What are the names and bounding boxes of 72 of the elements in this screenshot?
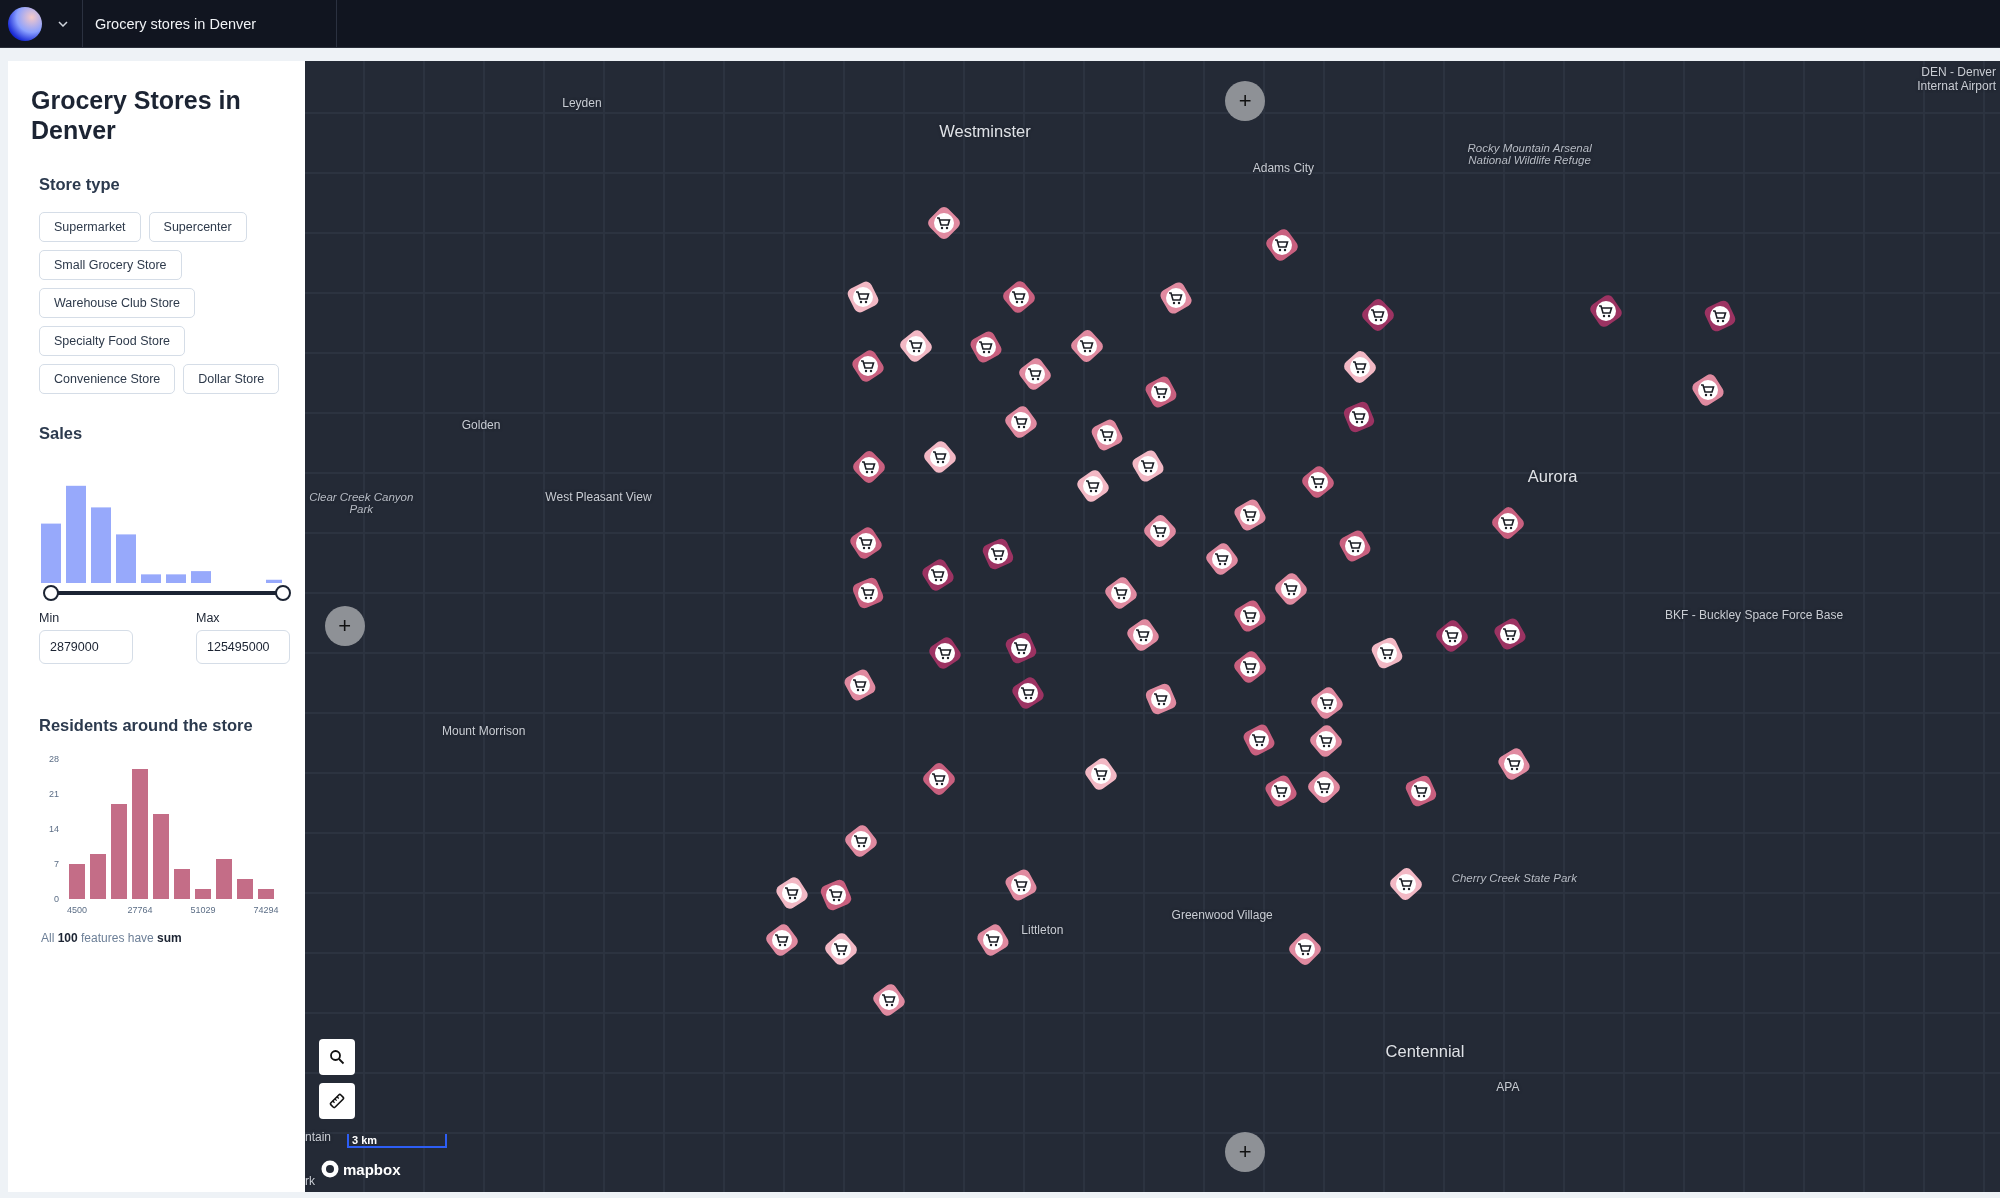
- map-place-label: Clear Creek Canyon Park: [308, 490, 415, 515]
- map-place-label: Centennial: [1385, 1041, 1465, 1061]
- globe-logo-icon[interactable]: [8, 6, 42, 41]
- axis-tick-label: 0: [54, 894, 59, 904]
- add-button[interactable]: +: [1225, 80, 1266, 121]
- map-place-label: Aurora: [1527, 466, 1578, 486]
- field-label: Min: [39, 611, 61, 625]
- search-icon: [329, 1049, 345, 1065]
- section-heading: Sales: [39, 424, 84, 443]
- map-place-label: West Pleasant View: [545, 490, 652, 505]
- axis-tick-label: 14: [49, 824, 59, 834]
- filter-chip[interactable]: Specialty Food Store: [39, 326, 186, 356]
- axis-tick-label: 74294: [253, 905, 279, 915]
- slider-thumb[interactable]: [275, 585, 291, 601]
- map-place-label: Mount Morrison: [442, 723, 526, 738]
- axis-tick-label: 7: [54, 859, 59, 869]
- summary-text: All 100 features have sum: [41, 931, 183, 945]
- min-input-field[interactable]: 2879000: [39, 630, 133, 664]
- ruler-button[interactable]: [319, 1083, 355, 1119]
- filter-chip[interactable]: Supercenter: [148, 212, 247, 242]
- histogram-bar: [191, 571, 211, 583]
- map-place-label: Adams City: [1252, 161, 1315, 176]
- axis-tick-label: 27764: [127, 905, 153, 915]
- histogram-bar: [41, 523, 61, 583]
- section-heading: Store type: [39, 175, 121, 194]
- attribution-wordmark[interactable]: mapbox: [343, 1160, 401, 1178]
- filter-chip[interactable]: Supermarket: [39, 212, 141, 242]
- chevron-down-icon[interactable]: [58, 20, 68, 27]
- map-place-label: Littleton: [1021, 922, 1064, 937]
- map-place-label: Cherry Creek State Park: [1450, 871, 1578, 884]
- ruler-icon: [329, 1093, 345, 1109]
- slider-thumb[interactable]: [43, 585, 59, 601]
- max-input-field[interactable]: 125495000: [196, 630, 290, 664]
- search-button[interactable]: [319, 1039, 355, 1075]
- axis-tick-label: 21: [49, 789, 59, 799]
- axis-tick-label: 28: [49, 754, 59, 764]
- filter-chip[interactable]: Small Grocery Store: [39, 250, 182, 280]
- map-view[interactable]: [305, 61, 2000, 1192]
- section-heading: Residents around the store: [39, 716, 254, 735]
- histogram-bar: [90, 854, 106, 899]
- map-place-label: ntain: [305, 1129, 332, 1144]
- map-place-label: rk: [305, 1174, 315, 1189]
- field-label: Max: [196, 611, 221, 625]
- map-place-label: Golden: [461, 417, 501, 432]
- add-button[interactable]: +: [1225, 1131, 1266, 1172]
- axis-tick-label: 51029: [190, 905, 216, 915]
- histogram-bar: [166, 574, 186, 583]
- histogram-bar: [141, 574, 161, 583]
- histogram-bar: [174, 869, 190, 899]
- mapbox-logo-icon: [321, 1160, 339, 1178]
- map-scale-bar: 3 km: [347, 1134, 447, 1148]
- histogram-bar: [195, 889, 211, 899]
- histogram-bar: [237, 879, 253, 899]
- report-title: Grocery stores in Denver: [83, 0, 338, 47]
- histogram-bar: [216, 859, 232, 899]
- map-place-label: APA: [1496, 1079, 1520, 1094]
- map-place-label: Leyden: [562, 96, 602, 111]
- filter-chip[interactable]: Dollar Store: [183, 364, 280, 394]
- map-place-label: Westminster: [939, 121, 1031, 141]
- histogram-bar: [116, 534, 136, 583]
- map-place-label: Greenwood Village: [1171, 907, 1273, 922]
- map-place-label: DEN - Denver Internat Airport: [1916, 65, 1996, 93]
- histogram-bar: [69, 864, 85, 899]
- histogram-bar: [266, 579, 282, 583]
- filter-chip[interactable]: Convenience Store: [39, 364, 176, 394]
- add-button[interactable]: +: [324, 606, 365, 647]
- histogram-bar: [258, 889, 274, 899]
- filter-chip[interactable]: Warehouse Club Store: [39, 288, 195, 318]
- axis-tick-label: 4500: [67, 905, 87, 915]
- map-place-label: BKF - Buckley Space Force Base: [1665, 607, 1844, 622]
- panel-title: Grocery Stores in Denver: [31, 85, 242, 145]
- map-place-label: Rocky Mountain Arsenal National Wildlife Refuge: [1466, 142, 1593, 167]
